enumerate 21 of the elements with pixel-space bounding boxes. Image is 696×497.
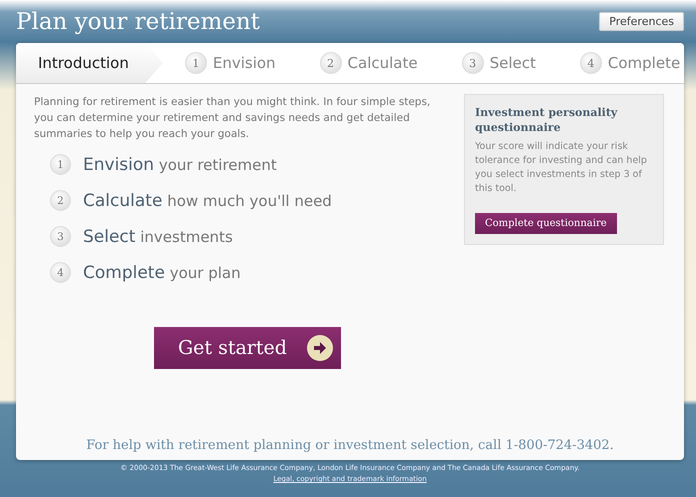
page-title: Plan your retirement — [16, 8, 260, 34]
questionnaire-title: Investment personality questionnaire — [475, 105, 618, 135]
step-text: Select investments — [83, 226, 233, 246]
step-text: Complete your plan — [83, 262, 241, 282]
preferences-button[interactable]: Preferences — [599, 12, 684, 31]
complete-questionnaire-button[interactable]: Complete questionnaire — [475, 213, 617, 234]
help-text: For help with retirement planning or investment selection, call 1-800-724-3402. — [85, 438, 615, 453]
step-tab[interactable]: 2 Calculate — [298, 43, 440, 83]
step-number: 3 — [50, 226, 71, 247]
intro-text: Planning for retirement is easier than you might think. In four simple steps, you can determine your retirement and savings needs and get detailed summaries to help you reach your goals. — [34, 95, 432, 142]
get-started-button[interactable]: Get started — [154, 327, 341, 369]
questionnaire-text: Your score will indicate your risk tolerance for investing and can help you select investments in step 3 of this tool. — [475, 140, 648, 196]
step-text: Envision your retirement — [83, 154, 277, 174]
step-tab[interactable]: 1 Envision — [162, 43, 298, 83]
step-number: 1 — [50, 154, 71, 175]
step-number: 4 — [50, 262, 71, 283]
step-tab[interactable]: Introduction — [16, 43, 163, 83]
step-tab[interactable]: 4 Complete — [558, 43, 696, 83]
step-text: Calculate how much you'll need — [83, 190, 332, 210]
step-tab[interactable]: 3 Select — [440, 43, 558, 83]
step-number: 2 — [50, 190, 71, 211]
